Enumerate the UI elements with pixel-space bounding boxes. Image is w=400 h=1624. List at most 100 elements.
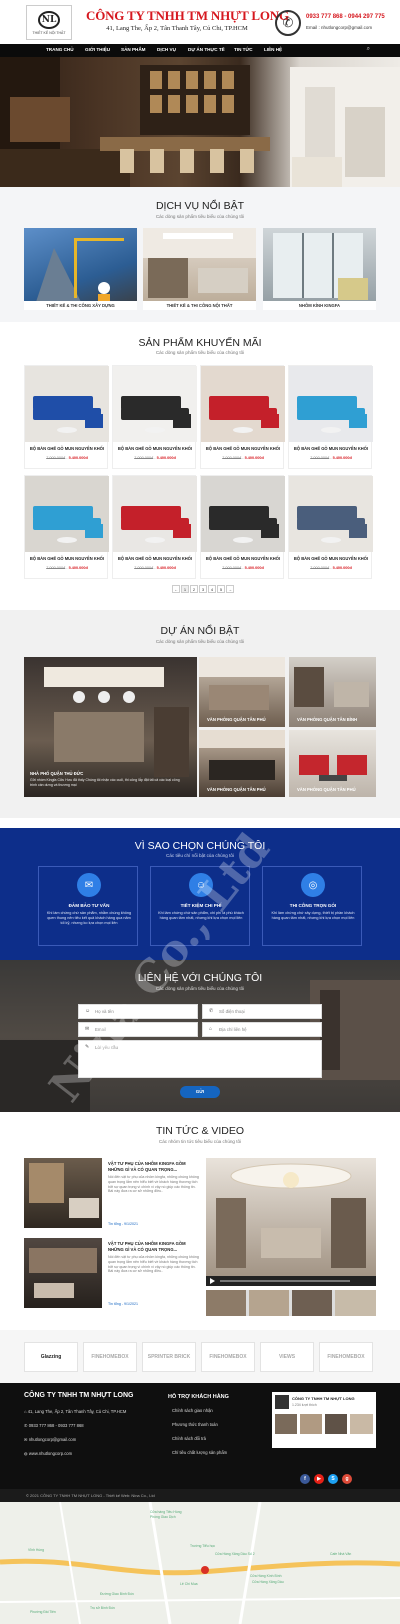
skype-icon[interactable]: S (328, 1474, 338, 1484)
map-label: Trụ sở Bình Đức (90, 1606, 116, 1610)
address-field[interactable]: ⌂ Địa chỉ liên hệ (202, 1022, 322, 1037)
product-price: 7.000.000đ - 5.400.000đ (310, 456, 352, 460)
copyright: © 2021 CÔNG TY TNHH TM NHỰT LONG - Thiết… (0, 1489, 400, 1502)
google-plus-icon[interactable]: g (342, 1474, 352, 1484)
partner-logo[interactable]: VIEWS (260, 1342, 314, 1372)
project-card-4[interactable]: VĂN PHÒNG QUẬN TÂN PHÚ (289, 730, 376, 797)
product-card[interactable]: BỘ BÀN GHẾ GỖ MUN NGUYÊN KHỐI 7.000.000đ … (200, 365, 285, 469)
phone-field[interactable]: ✆ Số điện thoại (202, 1004, 322, 1019)
new-price: 5.400.000đ (68, 566, 88, 570)
footer-web[interactable]: ◍ www.nhutlongcorp.com (24, 1451, 72, 1456)
product-name[interactable]: BỘ BÀN GHẾ GỖ MUN NGUYÊN KHỐI (25, 446, 109, 451)
product-card[interactable]: BỘ BÀN GHẾ GỖ MUN NGUYÊN KHỐI 7.000.000đ … (112, 365, 197, 469)
fanpage-widget[interactable]: CÔNG TY TNHH TM NHỰT LONG 1.234 lượt thí… (272, 1392, 376, 1448)
news-item-desc: Nói đến vật tư phụ của nhôm kingfa, nhữn… (108, 1255, 199, 1274)
youtube-icon[interactable]: ▶ (314, 1474, 324, 1484)
product-image (113, 476, 197, 552)
support-link[interactable]: Chính sách đổi trả (172, 1436, 206, 1441)
footer-email[interactable]: ✉ nhutlongcorp@gmail.com (24, 1437, 76, 1442)
hotline-numbers[interactable]: 0933 777 868 - 0944 297 775 (306, 14, 385, 20)
product-name[interactable]: BỘ BÀN GHẾ GỖ MUN NGUYÊN KHỐI (201, 556, 285, 561)
partner-logo[interactable]: FINEHOMEBOX (319, 1342, 373, 1372)
page-prev[interactable]: ← (172, 585, 180, 593)
partner-logo[interactable]: FINEHOMEBOX (83, 1342, 137, 1372)
video-player[interactable] (206, 1158, 376, 1286)
support-title: HỖ TRỢ KHÁCH HÀNG (168, 1394, 229, 1400)
product-name[interactable]: BỘ BÀN GHẾ GỖ MUN NGUYÊN KHỐI (289, 556, 373, 561)
header-email[interactable]: Email : nhutlongcorp@gmail.com (306, 25, 372, 30)
nav-item-news[interactable]: TIN TỨC (234, 47, 253, 52)
facebook-icon[interactable]: f (300, 1474, 310, 1484)
new-price: 5.400.000đ (156, 566, 176, 570)
site-header: NL THIẾT KẾ NỘI THẤT CÔNG TY TNHH TM NHỰ… (0, 0, 400, 44)
product-card[interactable]: BỘ BÀN GHẾ GỖ MUN NGUYÊN KHỐI 7.000.000đ … (24, 365, 109, 469)
page-5[interactable]: 5 (217, 585, 225, 593)
news-item-title[interactable]: VẬT TƯ PHỤ CỦA NHÔM KINGFA GỒM NHỮNG GÌ … (108, 1241, 200, 1252)
product-name[interactable]: BỘ BÀN GHẾ GỖ MUN NGUYÊN KHỐI (113, 446, 197, 451)
old-price: 7.000.000đ (222, 456, 242, 460)
contact-title: LIÊN HỆ VỚI CHÚNG TÔI (137, 972, 263, 984)
news-item-meta: Tin tổng - 9/1/2021 (108, 1222, 139, 1226)
product-name[interactable]: BỘ BÀN GHẾ GỖ MUN NGUYÊN KHỐI (113, 556, 197, 561)
footer-address-text: 41, Lang The, Ấp 2, Tân Thanh Tây, Củ Ch… (27, 1409, 127, 1414)
video-thumbnails[interactable] (206, 1290, 376, 1316)
service-image (34, 238, 124, 310)
nav-item-products[interactable]: SẢN PHẨM (121, 47, 146, 52)
location-icon: ⌂ (209, 1026, 213, 1032)
nav-item-contact[interactable]: LIÊN HỆ (264, 47, 282, 52)
logo[interactable]: NL THIẾT KẾ NỘI THẤT (26, 5, 72, 40)
page-3[interactable]: 3 (199, 585, 207, 593)
service-card-kingfa[interactable]: NHÔM KÍNH KINGFA (263, 228, 376, 310)
support-link[interactable]: Chính sách giao nhận (172, 1408, 213, 1413)
footer-phone[interactable]: ✆ 0933 777 868 - 0933 777 868 (24, 1423, 84, 1428)
product-name[interactable]: BỘ BÀN GHẾ GỖ MUN NGUYÊN KHỐI (201, 446, 285, 451)
new-price: 5.400.000đ (332, 456, 352, 460)
product-price: 7.000.000đ - 5.400.000đ (46, 456, 88, 460)
map-roads (0, 1502, 400, 1624)
project-card-1[interactable]: VĂN PHÒNG QUẬN TÂN PHÚ (199, 657, 285, 727)
footer-address: ⌂ 41, Lang The, Ấp 2, Tân Thanh Tây, Củ … (24, 1409, 126, 1414)
nav-item-home[interactable]: TRANG CHỦ (46, 47, 74, 52)
phone-icon: ✆ (209, 1008, 214, 1014)
new-price: 5.400.000đ (244, 566, 264, 570)
product-card[interactable]: BỘ BÀN GHẾ GỖ MUN NGUYÊN KHỐI 7.000.000đ … (288, 365, 373, 469)
product-card[interactable]: BỘ BÀN GHẾ GỖ MUN NGUYÊN KHỐI 7.000.000đ … (200, 475, 285, 579)
map-label: Cửa Hàng Xăng Dầu Số 2 (215, 1552, 255, 1556)
map-pin-icon (201, 1566, 209, 1574)
product-card[interactable]: BỘ BÀN GHẾ GỖ MUN NGUYÊN KHỐI 7.000.000đ … (112, 475, 197, 579)
product-name[interactable]: BỘ BÀN GHẾ GỖ MUN NGUYÊN KHỐI (289, 446, 373, 451)
project-card-thu-duc[interactable]: NHÀ PHỐ QUẬN THỦ ĐỨC Gửi nhóm Kingfa Cửu… (24, 657, 197, 797)
why-item-consult: ✉ ĐẢM BẢO TƯ VẤN Khi làm chứng chứ sản p… (38, 866, 138, 946)
nav-item-projects[interactable]: DỰ ÁN THỰC TẾ (188, 47, 225, 52)
hero-banner[interactable] (0, 57, 400, 187)
search-icon[interactable]: ⌕ (367, 46, 370, 53)
news-thumb[interactable] (24, 1238, 102, 1308)
project-card-2[interactable]: VĂN PHÒNG QUẬN TÂN BÌNH (289, 657, 376, 727)
project-card-3[interactable]: VĂN PHÒNG QUẬN TÂN PHÚ (199, 730, 285, 797)
send-button[interactable]: GỬI (180, 1086, 220, 1098)
partner-logo[interactable]: Glazzing (24, 1342, 78, 1372)
footer-email-text: nhutlongcorp@gmail.com (28, 1437, 77, 1442)
project-caption: VĂN PHÒNG QUẬN TÂN PHÚ (207, 787, 266, 792)
map[interactable]: Cửa hàng Tiêu Hùng Phòng Giao Dịch Vĩnh … (0, 1502, 400, 1624)
news-item-title[interactable]: VẬT TƯ PHỤ CỦA NHÔM KINGFA GỒM NHỮNG GÌ … (108, 1161, 200, 1172)
services-title: DỊCH VỤ NỔI BẬT (155, 200, 245, 212)
support-link[interactable]: Chỉ tiêu chất lượng sản phẩm (172, 1450, 227, 1455)
product-card[interactable]: BỘ BÀN GHẾ GỖ MUN NGUYÊN KHỐI 7.000.000đ … (288, 475, 373, 579)
service-card-construction[interactable]: THIẾT KẾ & THI CÔNG XÂY DỰNG (24, 228, 137, 310)
page-2[interactable]: 2 (190, 585, 198, 593)
support-link[interactable]: Phương thức thanh toán (172, 1422, 218, 1427)
product-card[interactable]: BỘ BÀN GHẾ GỖ MUN NGUYÊN KHỐI 7.000.000đ … (24, 475, 109, 579)
news-thumb[interactable] (24, 1158, 102, 1228)
page-next[interactable]: → (226, 585, 234, 593)
product-name[interactable]: BỘ BÀN GHẾ GỖ MUN NGUYÊN KHỐI (25, 556, 109, 561)
partner-logo[interactable]: SPRINTER BRICK (142, 1342, 196, 1372)
nav-item-services[interactable]: DỊCH VỤ (157, 47, 176, 52)
service-caption: THIẾT KẾ & THI CÔNG XÂY DỰNG (24, 301, 137, 310)
page-1[interactable]: 1 (181, 585, 189, 593)
new-price: 5.400.000đ (156, 456, 176, 460)
nav-item-about[interactable]: GIỚI THIỆU (85, 47, 110, 52)
partner-logo[interactable]: FINEHOMEBOX (201, 1342, 255, 1372)
page-4[interactable]: 4 (208, 585, 216, 593)
service-card-interior[interactable]: THIẾT KẾ & THI CÔNG NỘI THẤT (143, 228, 256, 310)
